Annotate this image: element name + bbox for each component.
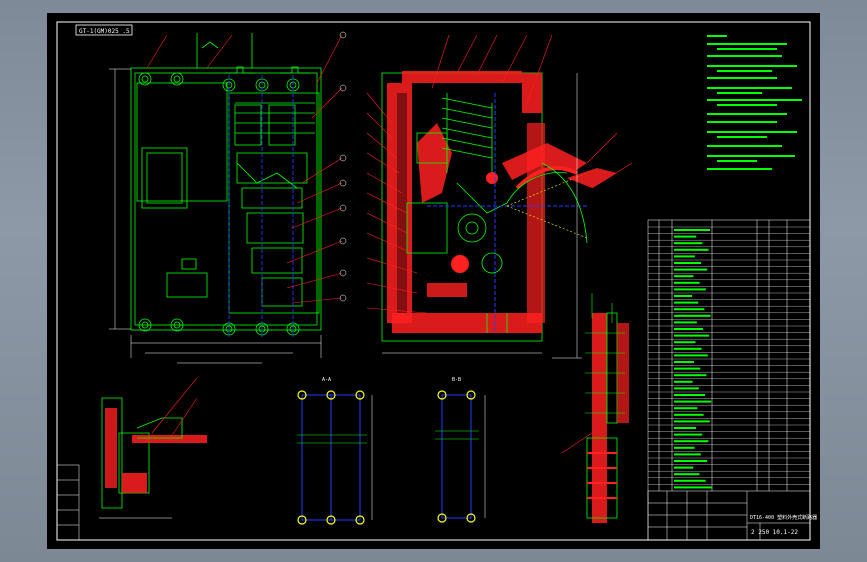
technical-notes [707, 35, 802, 170]
detail-view-left [99, 377, 207, 519]
table-row-text [674, 407, 698, 410]
table-row-text [674, 479, 706, 482]
title-block-number: 2 250 10.1-22 [751, 529, 798, 536]
table-row-text [674, 268, 708, 271]
table-row-text [674, 301, 699, 304]
table-row-text [674, 295, 692, 297]
table-row-text [674, 374, 707, 377]
table-row-text [674, 400, 712, 403]
table-row-text [674, 446, 695, 449]
title-block-name: DT16-400 塑料外壳式断路器 [750, 514, 817, 521]
table-row-text [674, 440, 709, 443]
table-row-text [674, 466, 694, 469]
table-row-text [674, 380, 693, 383]
revision-box [56, 464, 80, 541]
title-tab-text: GT-1(GM)025 .5 [79, 28, 130, 35]
table-row-text [674, 486, 712, 489]
section-view [381, 71, 617, 342]
table-row-text [674, 413, 704, 416]
table-row-text [674, 308, 705, 311]
drawing-border [56, 21, 811, 541]
table-row-text [674, 433, 703, 436]
parts-list-rows [648, 226, 810, 489]
table-row-text [674, 387, 699, 390]
table-row-text [674, 361, 694, 363]
table-row-text [674, 341, 696, 344]
table-row-text [674, 262, 701, 264]
table-row-text [674, 473, 700, 476]
hole-pattern-a: A-A [297, 377, 373, 525]
table-row-text [674, 281, 700, 284]
table-row-text [674, 334, 710, 337]
detail-view-right [561, 293, 629, 523]
table-row-text [674, 460, 707, 462]
hole-pattern-b: B-B [435, 377, 486, 523]
table-row-text [674, 453, 701, 456]
table-row-text [674, 242, 703, 245]
drawing-canvas[interactable]: GT-1(GM)025 .5 DT16-400 塑料外壳式断路器 2 250 1… [47, 13, 820, 549]
table-row-text [674, 314, 711, 317]
front-view [130, 33, 322, 336]
table-row-text [674, 229, 710, 231]
table-row-text [674, 328, 703, 330]
table-row-text [674, 367, 701, 370]
table-row-text [674, 235, 697, 238]
table-row-text [674, 394, 705, 396]
section-label-b: B-B [452, 377, 461, 383]
table-row-text [674, 288, 706, 291]
front-leaders [146, 34, 343, 304]
table-row-text [674, 255, 695, 258]
table-row-text [674, 248, 709, 251]
front-balloons [339, 31, 347, 302]
section-label-a: A-A [322, 377, 331, 383]
table-row-text [674, 347, 702, 350]
table-row-text [674, 275, 694, 278]
table-row-text [674, 354, 708, 357]
table-row-text [674, 321, 697, 324]
table-row-text [674, 420, 710, 423]
table-row-text [674, 427, 696, 429]
cad-drawing: GT-1(GM)025 .5 DT16-400 塑料外壳式断路器 2 250 1… [56, 21, 817, 541]
parts-list-table [647, 219, 811, 541]
